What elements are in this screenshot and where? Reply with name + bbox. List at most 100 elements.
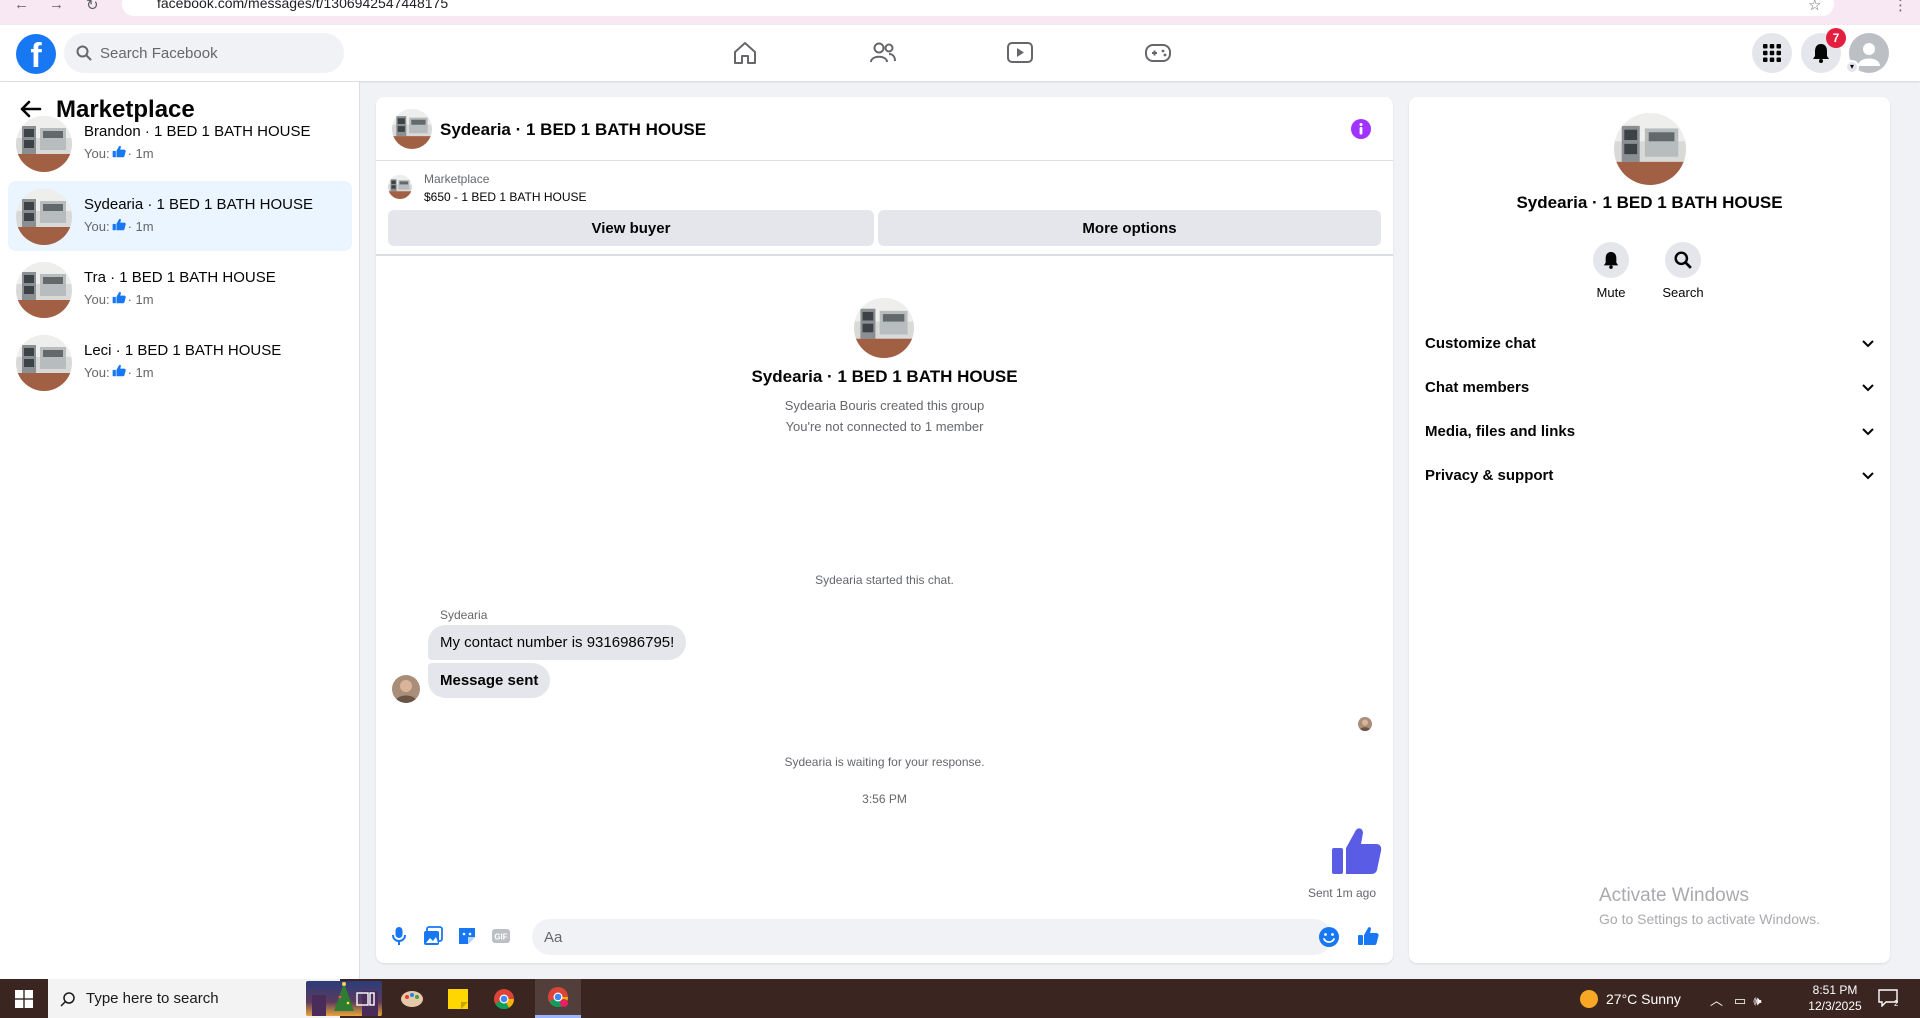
weather-text: 27°C Sunny — [1606, 991, 1681, 1007]
preview-prefix: You: — [84, 145, 110, 161]
sent-like-thumb-icon[interactable] — [1330, 826, 1382, 881]
chat-panel: Sydearia · 1 BED 1 BATH HOUSE Marketplac… — [376, 97, 1393, 963]
media-files-links-section[interactable]: Media, files and links — [1425, 409, 1874, 453]
chat-avatar[interactable] — [392, 109, 432, 149]
taskbar-search-icon — [60, 991, 75, 1007]
conversation-preview: You: · 1m — [84, 218, 154, 234]
chevron-down-icon — [1862, 423, 1874, 440]
menu-grid-icon[interactable] — [1752, 33, 1792, 73]
browser-menu-icon[interactable]: ⋮ — [1893, 0, 1908, 14]
chevron-down-icon — [1862, 467, 1874, 484]
privacy-support-section[interactable]: Privacy & support — [1425, 453, 1874, 497]
taskbar-clock[interactable]: 8:51 PM 12/3/2025 — [1800, 982, 1870, 1014]
like-thumb-icon — [112, 291, 126, 307]
conversation-item[interactable]: Sydearia · 1 BED 1 BATH HOUSE You: · 1m — [8, 181, 352, 251]
chrome-profile-icon[interactable] — [535, 979, 581, 1018]
svg-text:GIF: GIF — [494, 933, 507, 942]
conversation-avatar — [16, 116, 72, 172]
conversation-preview: You: · 1m — [84, 145, 154, 161]
reload-icon[interactable]: ↻ — [86, 0, 99, 14]
volume-icon[interactable]: 🕪 — [1753, 993, 1761, 1008]
conversation-preview: You: · 1m — [84, 291, 154, 307]
conversation-name: Brandon · 1 BED 1 BATH HOUSE — [84, 123, 311, 140]
chat-members-section[interactable]: Chat members — [1425, 365, 1874, 409]
windows-taskbar: Type here to search 27°C Sunny ︿ ▭ 🕪 8:5… — [0, 979, 1920, 1018]
url-text[interactable]: facebook.com/messages/t/1306942547448175 — [157, 0, 448, 11]
sun-icon — [1580, 990, 1598, 1008]
gif-icon[interactable]: GIF — [488, 923, 514, 949]
chrome-icon[interactable] — [481, 979, 527, 1018]
action-center-icon[interactable]: 2 — [1878, 989, 1899, 1010]
taskbar-search-box[interactable]: Type here to search — [48, 979, 382, 1018]
mute-label: Mute — [1596, 285, 1626, 300]
tray-chevron-icon[interactable]: ︿ — [1710, 993, 1723, 1008]
like-thumb-icon — [112, 364, 126, 380]
microphone-icon[interactable] — [386, 923, 412, 949]
section-label: Chat members — [1425, 378, 1530, 396]
weather-widget[interactable]: 27°C Sunny — [1580, 990, 1681, 1008]
magnifier-icon — [1665, 242, 1701, 278]
section-label: Customize chat — [1425, 334, 1536, 352]
message-composer: GIF — [376, 909, 1393, 963]
sticker-icon[interactable] — [454, 923, 480, 949]
listing-thumbnail[interactable] — [388, 175, 412, 199]
sent-status: Sent 1m ago — [1307, 886, 1376, 900]
message-bubble[interactable]: My contact number is 9316986795! — [428, 625, 687, 660]
emoji-icon[interactable] — [1316, 924, 1342, 950]
sender-avatar[interactable] — [392, 675, 420, 703]
watermark-subtitle: Go to Settings to activate Windows. — [1599, 911, 1820, 927]
message-input[interactable] — [532, 919, 1332, 955]
video-nav-icon[interactable] — [1004, 37, 1036, 69]
gaming-nav-icon[interactable] — [1142, 37, 1174, 69]
not-connected-text: You're not connected to 1 member — [785, 419, 984, 434]
listing-price-title[interactable]: $650 - 1 BED 1 BATH HOUSE — [424, 190, 587, 204]
sticky-notes-icon[interactable] — [435, 979, 481, 1018]
action-center-count: 2 — [1894, 999, 1898, 1007]
group-title: Sydearia · 1 BED 1 BATH HOUSE — [751, 367, 1018, 386]
preview-prefix: You: — [84, 218, 110, 234]
conversation-name: Leci · 1 BED 1 BATH HOUSE — [84, 342, 282, 359]
bookmark-star-icon[interactable]: ☆ — [1808, 0, 1821, 14]
chevron-down-icon — [1862, 379, 1874, 396]
mute-button[interactable]: Mute — [1581, 242, 1641, 300]
photo-icon[interactable] — [420, 923, 446, 949]
preview-time: · 1m — [127, 291, 154, 307]
message-bubble[interactable]: Message sent — [428, 663, 551, 698]
browser-toolbar: ← → ↻ facebook.com/messages/t/1306942547… — [0, 0, 1920, 25]
chat-started-notice: Sydearia started this chat. — [815, 573, 954, 587]
preview-time: · 1m — [127, 218, 154, 234]
bell-icon — [1593, 242, 1629, 278]
windows-start-icon[interactable] — [0, 979, 48, 1018]
customize-chat-section[interactable]: Customize chat — [1425, 321, 1874, 365]
conversation-name: Sydearia · 1 BED 1 BATH HOUSE — [84, 196, 313, 213]
conversation-item[interactable]: Tra · 1 BED 1 BATH HOUSE You: · 1m — [8, 254, 352, 324]
preview-time: · 1m — [127, 145, 154, 161]
friends-nav-icon[interactable] — [867, 37, 899, 69]
network-icon[interactable]: ▭ — [1734, 993, 1746, 1008]
conversation-item[interactable]: Leci · 1 BED 1 BATH HOUSE You: · 1m — [8, 327, 352, 397]
search-bar[interactable] — [64, 33, 344, 73]
preview-prefix: You: — [84, 291, 110, 307]
search-input[interactable] — [100, 44, 320, 62]
like-send-icon[interactable] — [1355, 923, 1381, 949]
info-title: Sydearia · 1 BED 1 BATH HOUSE — [1516, 193, 1783, 212]
system-tray-icons[interactable]: ︿ ▭ 🕪 — [1710, 990, 1762, 1009]
home-nav-icon[interactable] — [729, 37, 761, 69]
search-in-chat-button[interactable]: Search — [1653, 242, 1713, 300]
conversation-item[interactable]: Brandon · 1 BED 1 BATH HOUSE You: · 1m — [8, 108, 352, 178]
watermark-title: Activate Windows — [1599, 885, 1749, 906]
task-view-icon[interactable] — [343, 979, 389, 1018]
more-options-button[interactable]: More options — [878, 210, 1381, 246]
chat-title[interactable]: Sydearia · 1 BED 1 BATH HOUSE — [440, 120, 706, 140]
conversation-avatar — [16, 262, 72, 318]
account-chevron-icon[interactable]: ▾ — [1845, 60, 1859, 74]
paint-app-icon[interactable] — [389, 979, 435, 1018]
facebook-logo[interactable]: f — [16, 34, 56, 74]
back-nav-icon[interactable]: ← — [14, 0, 29, 13]
clock-date: 12/3/2025 — [1808, 999, 1862, 1013]
view-buyer-button[interactable]: View buyer — [388, 210, 874, 246]
forward-nav-icon[interactable]: → — [49, 0, 64, 13]
info-icon[interactable] — [1350, 118, 1372, 145]
chat-header: Sydearia · 1 BED 1 BATH HOUSE — [376, 97, 1393, 161]
info-avatar[interactable] — [1614, 113, 1686, 185]
